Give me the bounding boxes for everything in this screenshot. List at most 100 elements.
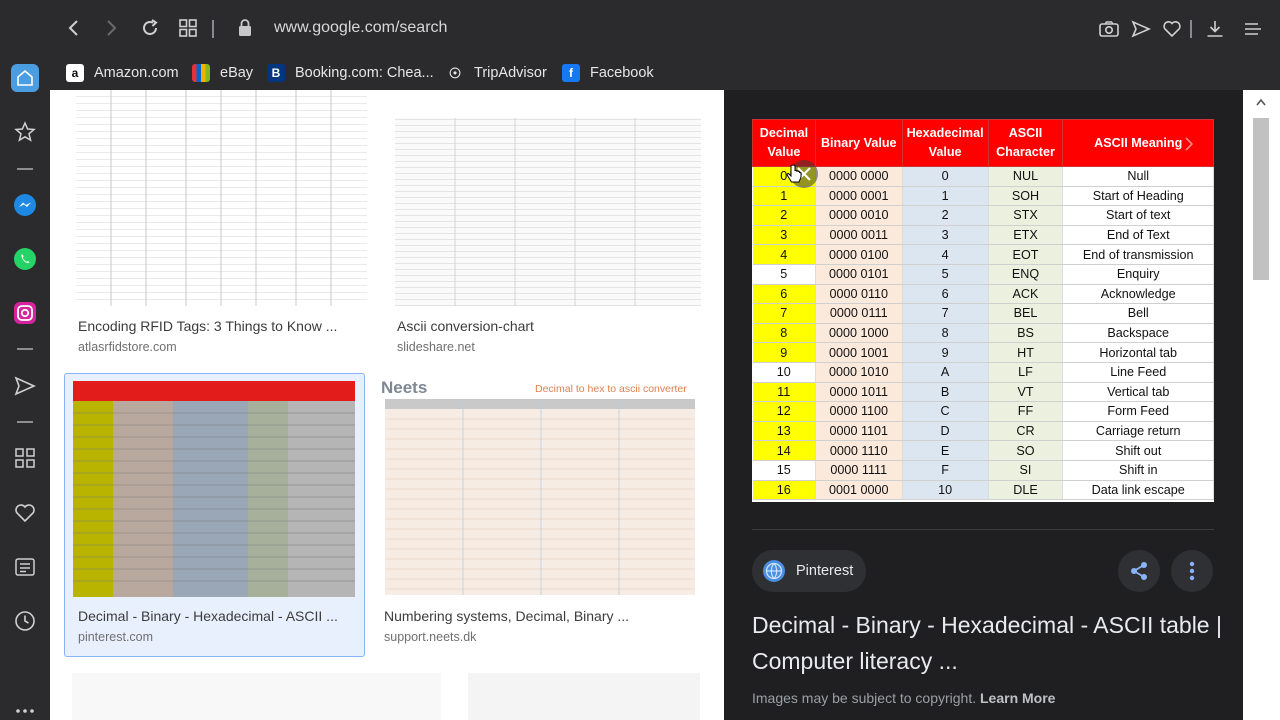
bookmark-booking[interactable]: B Booking.com: Chea... [267,60,434,86]
table-cell: 0000 0001 [815,186,903,207]
news-icon [15,558,35,576]
bookmark-amazon[interactable]: a Amazon.com [66,60,179,86]
sidebar-send[interactable] [11,372,39,400]
bookmark-ebay[interactable]: eBay [192,60,253,86]
favorites-button[interactable] [1161,18,1183,40]
send-icon [1131,20,1151,38]
bookmark-facebook[interactable]: f Facebook [562,60,654,86]
tab-grid-button[interactable] [174,14,202,42]
table-cell: 2 [902,205,989,226]
result-title[interactable]: Ascii conversion-chart [397,318,534,334]
bookmark-label: eBay [220,65,254,81]
result-title[interactable]: Encoding RFID Tags: 3 Things to Know ... [78,318,337,334]
reload-button[interactable] [136,14,164,42]
table-cell: 10 [902,480,989,501]
panel-scrollbar[interactable] [1243,90,1280,720]
sidebar-messenger[interactable] [11,191,39,219]
forward-button[interactable] [97,14,125,42]
result-thumbnail-ascii-chart[interactable] [395,90,701,306]
sidebar-news[interactable] [11,553,39,581]
table-cell: 0000 1101 [815,421,903,442]
menu-button[interactable] [1242,18,1264,40]
table-cell: C [902,401,989,422]
scroll-up-arrow-icon[interactable] [1256,98,1266,106]
browser-toolbar: www.google.com/search [0,0,1280,56]
result-thumbnail-partial[interactable] [72,673,441,720]
table-cell: F [902,460,989,481]
table-cell: 1 [752,186,816,207]
table-cell: Enquiry [1062,264,1214,285]
table-cell: Start of text [1062,205,1214,226]
address-bar[interactable]: www.google.com/search [274,19,447,37]
table-cell: 0 [902,166,989,187]
bookmark-tripadvisor[interactable]: ☉ TripAdvisor [446,60,547,86]
preview-title-link[interactable]: Decimal - Binary - Hexadecimal - ASCII t… [752,607,1222,679]
table-cell: 8 [902,323,989,344]
more-options-button[interactable] [1171,550,1213,592]
table-cell: 7 [902,303,989,324]
table-cell: 5 [752,264,816,285]
table-cell: 0000 0110 [815,284,903,305]
table-cell: 0000 1011 [815,382,903,403]
sidebar-history[interactable] [11,607,39,635]
sidebar-instagram[interactable] [11,299,39,327]
share-icon [1131,562,1147,580]
table-cell: 12 [752,401,816,422]
table-row: 13 0000 1101 D CR Carriage return [752,421,1214,442]
result-thumbnail-neets[interactable]: Neets Decimal to hex to ascii converter [381,377,699,596]
screenshot-button[interactable] [1098,18,1120,40]
table-cell: DLE [988,480,1064,501]
table-row: 16 0001 0000 10 DLE Data link escape [752,480,1214,501]
table-cell: D [902,421,989,442]
table-row: 8 0000 1000 8 BS Backspace [752,323,1214,344]
table-cell: 5 [902,264,989,285]
result-thumbnail-pinterest[interactable] [73,381,355,597]
source-chip[interactable]: Pinterest [752,550,866,592]
scrollbar-thumb[interactable] [1253,118,1269,280]
back-button[interactable] [60,14,88,42]
sidebar-favorites[interactable] [11,499,39,527]
reload-icon [143,19,158,35]
download-button[interactable] [1204,18,1226,40]
result-title[interactable]: Numbering systems, Decimal, Binary ... [384,608,629,624]
table-cell: BEL [988,303,1064,324]
table-cell: FF [988,401,1064,422]
bookmark-label: Booking.com: Chea... [295,65,434,81]
table-row: 14 0000 1110 E SO Shift out [752,440,1214,461]
table-row: 3 0000 0011 3 ETX End of Text [752,225,1214,246]
sidebar-apps[interactable] [11,444,39,472]
result-title[interactable]: Decimal - Binary - Hexadecimal - ASCII .… [78,608,338,624]
result-thumbnail-partial[interactable] [468,673,700,720]
table-cell: VT [988,382,1064,403]
table-cell: 6 [752,284,816,305]
sidebar-whatsapp[interactable] [11,245,39,273]
table-cell: Start of Heading [1062,186,1214,207]
sidebar-home[interactable] [11,64,39,92]
next-image-chevron-icon[interactable] [1184,137,1194,151]
table-cell: 0000 1111 [815,460,903,481]
chevron-right-icon [107,20,117,36]
result-thumbnail-rfid[interactable] [76,90,367,306]
sidebar-bookmarks[interactable] [11,118,39,146]
sidebar-more[interactable] [11,702,39,720]
table-cell: Form Feed [1062,401,1214,422]
table-cell: 9 [902,342,989,363]
share-button[interactable] [1118,550,1160,592]
table-cell: 2 [752,205,816,226]
preview-image[interactable]: Decimal Value Binary Value Hexadecimal V… [752,119,1214,502]
table-thumbnail-graphic [385,399,695,595]
table-cell: Line Feed [1062,362,1214,383]
table-cell: EOT [988,244,1064,265]
download-icon [1207,21,1223,37]
send-button[interactable] [1130,18,1152,40]
table-cell: B [902,382,989,403]
send-icon [14,376,36,396]
table-cell: 0000 0011 [815,225,903,246]
learn-more-link[interactable]: Learn More [980,690,1055,706]
table-cell: Acknowledge [1062,284,1214,305]
table-row: 7 0000 0111 7 BEL Bell [752,303,1214,324]
lock-indicator[interactable] [231,14,259,42]
panel-divider [752,529,1214,530]
table-cell: CR [988,421,1064,442]
facebook-icon: f [562,64,580,82]
